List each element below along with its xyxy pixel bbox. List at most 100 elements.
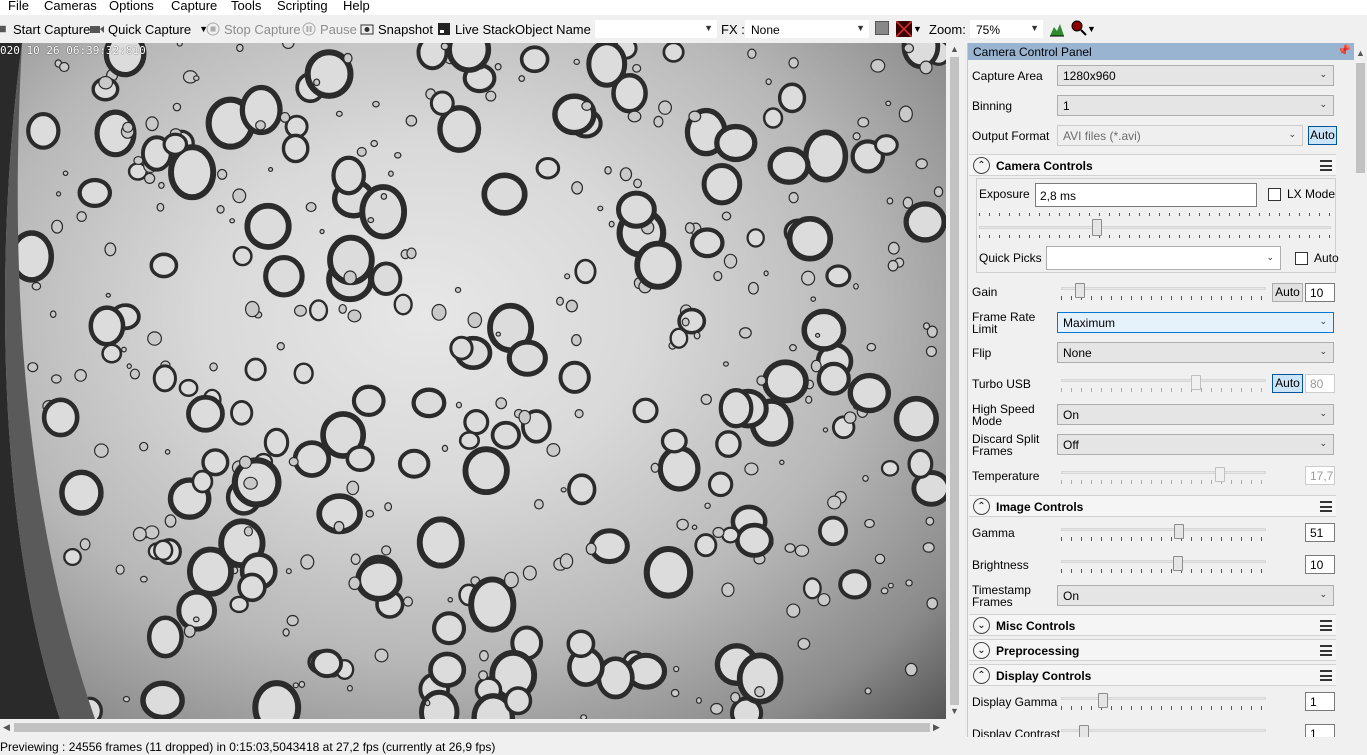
frame-rate-limit-value: Maximum — [1063, 316, 1116, 330]
display-contrast-input[interactable]: 1 — [1305, 724, 1335, 737]
droplet — [693, 331, 701, 340]
droplet — [573, 58, 580, 65]
preprocessing-header[interactable]: ⌄ Preprocessing — [969, 639, 1336, 661]
hamburger-menu-icon[interactable] — [1320, 670, 1332, 681]
droplet — [282, 628, 290, 637]
pause-icon — [302, 22, 316, 36]
reticle-color-icon[interactable] — [875, 21, 889, 35]
exposure-slider[interactable] — [979, 213, 1331, 238]
scroll-left-icon[interactable]: ◀ — [3, 722, 10, 733]
menu-scripting[interactable]: Scripting — [277, 0, 328, 13]
scroll-thumb[interactable] — [14, 723, 930, 732]
display-gamma-slider[interactable] — [1061, 693, 1266, 711]
start-capture-button[interactable]: Start Capture — [0, 20, 90, 38]
hamburger-menu-icon[interactable] — [1320, 160, 1332, 171]
object-name-combo[interactable]: ▼ — [594, 19, 718, 39]
turbo-usb-input[interactable]: 80 — [1305, 374, 1335, 393]
panel-scrollbar[interactable]: ▲ — [1354, 43, 1367, 737]
preview-horizontal-scrollbar[interactable]: ◀ ▶ — [0, 719, 946, 736]
toolbar: Start Capture Quick Capture ▼ Stop Captu… — [0, 16, 1367, 42]
quick-capture-button[interactable]: Quick Capture ▼ — [90, 20, 208, 38]
droplet — [387, 170, 394, 177]
lx-mode-checkbox[interactable] — [1268, 188, 1281, 201]
droplet — [853, 283, 859, 290]
crosshair-dropdown-icon[interactable]: ▼ — [913, 20, 922, 38]
turbo-usb-auto-button[interactable]: Auto — [1272, 374, 1303, 393]
droplet — [874, 553, 886, 565]
gain-input[interactable]: 10 — [1305, 283, 1335, 302]
droplet — [458, 431, 480, 450]
live-stack-button[interactable]: Live Stack — [437, 20, 515, 38]
quick-picks-select[interactable]: ⌄ — [1046, 246, 1281, 270]
chevron-up-icon[interactable]: ⌃ — [973, 667, 990, 684]
menu-cameras[interactable]: Cameras — [44, 0, 97, 13]
menu-options[interactable]: Options — [109, 0, 154, 13]
quick-picks-auto-checkbox[interactable] — [1295, 252, 1308, 265]
menu-help[interactable]: Help — [343, 0, 370, 13]
chevron-up-icon[interactable]: ⌃ — [973, 157, 990, 174]
chevron-down-icon[interactable]: ⌄ — [973, 617, 990, 634]
brightness-input[interactable]: 10 — [1305, 555, 1335, 574]
scroll-thumb[interactable] — [950, 57, 959, 705]
scroll-down-icon[interactable]: ▼ — [950, 706, 959, 716]
output-format-auto-button[interactable]: Auto — [1308, 126, 1337, 145]
preview-vertical-scrollbar[interactable]: ▲ ▼ — [946, 43, 963, 719]
histogram-icon[interactable] — [1049, 21, 1065, 37]
droplet — [49, 310, 57, 319]
gain-slider[interactable] — [1061, 283, 1266, 301]
discard-split-frames-select[interactable]: Off ⌄ — [1057, 434, 1334, 455]
droplet — [164, 449, 171, 455]
high-speed-mode-select[interactable]: On ⌄ — [1057, 404, 1334, 425]
chevron-down-icon[interactable]: ⌄ — [973, 642, 990, 659]
droplet — [455, 401, 463, 409]
display-contrast-slider[interactable] — [1061, 725, 1266, 737]
display-gamma-input[interactable]: 1 — [1305, 692, 1335, 711]
turbo-usb-slider[interactable] — [1061, 375, 1266, 393]
crosshair-icon[interactable] — [896, 21, 912, 37]
droplet — [440, 43, 449, 51]
image-controls-header[interactable]: ⌃ Image Controls — [969, 495, 1336, 517]
capture-area-select[interactable]: 1280x960 ⌄ — [1057, 65, 1334, 86]
zoom-combo[interactable]: 75% ▼ — [969, 19, 1044, 39]
droplet — [343, 52, 353, 64]
menu-capture[interactable]: Capture — [171, 0, 217, 13]
droplet — [691, 524, 698, 530]
scroll-up-icon[interactable]: ▲ — [950, 44, 959, 54]
binning-select[interactable]: 1 ⌄ — [1057, 95, 1334, 116]
menu-file[interactable]: File — [8, 0, 29, 13]
frame-rate-limit-select[interactable]: Maximum ⌄ — [1057, 312, 1334, 333]
timestamp-frames-select[interactable]: On ⌄ — [1057, 585, 1334, 606]
exposure-input[interactable]: 2,8 ms — [1035, 183, 1257, 207]
scroll-right-icon[interactable]: ▶ — [933, 722, 940, 733]
hamburger-menu-icon[interactable] — [1320, 620, 1332, 631]
snapshot-button[interactable]: Snapshot — [360, 20, 433, 38]
scroll-thumb[interactable] — [1356, 63, 1365, 173]
display-controls-header[interactable]: ⌃ Display Controls — [969, 664, 1336, 686]
gamma-input[interactable]: 51 — [1305, 523, 1335, 542]
chevron-up-icon[interactable]: ⌃ — [973, 498, 990, 515]
brightness-slider[interactable] — [1061, 556, 1266, 574]
gamma-slider[interactable] — [1061, 524, 1266, 542]
camera-preview[interactable]: 020 10 26 06:39:32:810 — [0, 43, 946, 719]
droplet — [586, 43, 628, 88]
scroll-up-icon[interactable]: ▲ — [1356, 48, 1365, 58]
pause-button[interactable]: Pause — [302, 20, 357, 38]
magnifier-dropdown-icon[interactable]: ▼ — [1087, 20, 1096, 38]
stop-capture-button[interactable]: Stop Capture — [206, 20, 301, 38]
pin-icon[interactable]: 📌 — [1337, 44, 1351, 57]
flip-select[interactable]: None ⌄ — [1057, 342, 1334, 363]
hamburger-menu-icon[interactable] — [1320, 501, 1332, 512]
droplet — [286, 614, 299, 627]
hamburger-menu-icon[interactable] — [1320, 645, 1332, 656]
droplet — [701, 162, 743, 206]
output-format-select[interactable]: AVI files (*.avi) ⌄ — [1057, 125, 1303, 146]
droplet — [176, 589, 218, 632]
droplet — [267, 167, 274, 172]
droplet — [232, 188, 247, 204]
gain-auto-button[interactable]: Auto — [1272, 283, 1303, 302]
menu-tools[interactable]: Tools — [231, 0, 261, 13]
misc-controls-header[interactable]: ⌄ Misc Controls — [969, 614, 1336, 636]
magnifier-icon[interactable] — [1071, 20, 1087, 36]
fx-combo[interactable]: None ▼ — [744, 19, 870, 39]
camera-controls-header[interactable]: ⌃ Camera Controls — [969, 154, 1336, 176]
